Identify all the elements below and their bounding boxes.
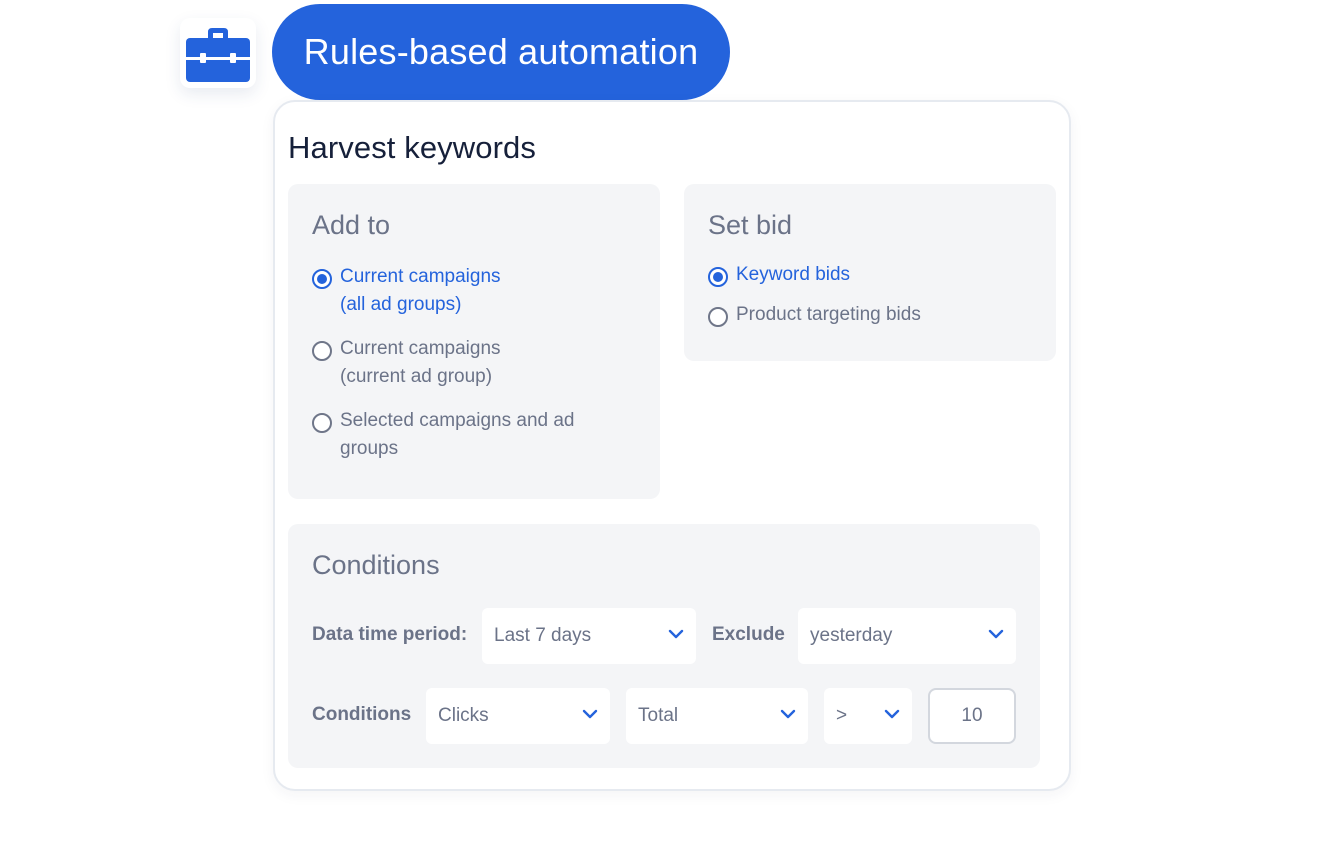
set-bid-panel: Set bid Keyword bids Product targeting b…: [684, 184, 1056, 361]
card-title: Harvest keywords: [288, 130, 536, 165]
aggregate-select[interactable]: Total: [626, 688, 808, 744]
radio-current-campaigns-current-ad-group[interactable]: Current campaigns (current ad group): [312, 338, 501, 391]
radio-label: Selected campaigns and ad groups: [340, 410, 575, 459]
radio-label: Current campaigns (current ad group): [340, 338, 501, 387]
threshold-input[interactable]: [928, 688, 1016, 744]
add-to-panel: Add to Current campaigns (all ad groups)…: [288, 184, 660, 499]
chevron-down-icon: [780, 709, 796, 719]
radio-unselected-icon: [312, 341, 332, 361]
radio-product-targeting-bids[interactable]: Product targeting bids: [708, 304, 921, 329]
set-bid-title: Set bid: [708, 210, 793, 240]
chevron-down-icon: [668, 629, 684, 639]
chevron-down-icon: [884, 709, 900, 719]
data-time-period-select[interactable]: Last 7 days: [482, 608, 696, 664]
select-value: Total: [638, 705, 679, 726]
exclude-select[interactable]: yesterday: [798, 608, 1016, 664]
data-time-period-label: Data time period:: [312, 624, 468, 645]
radio-unselected-icon: [708, 307, 728, 327]
operator-select[interactable]: >: [824, 688, 912, 744]
radio-current-campaigns-all-ad-groups[interactable]: Current campaigns (all ad groups): [312, 266, 501, 319]
select-value: yesterday: [810, 625, 893, 646]
select-value: Clicks: [438, 705, 489, 726]
chevron-down-icon: [582, 709, 598, 719]
add-to-title: Add to: [312, 210, 391, 240]
radio-label: Current campaigns (all ad groups): [340, 266, 501, 315]
metric-select[interactable]: Clicks: [426, 688, 610, 744]
radio-selected-icon: [708, 267, 728, 287]
select-value: Last 7 days: [494, 625, 592, 646]
conditions-label: Conditions: [312, 704, 412, 725]
exclude-label: Exclude: [712, 624, 785, 645]
page-title: Rules-based automation: [272, 4, 730, 100]
toolbox-badge: [180, 18, 256, 88]
toolbox-icon: [186, 28, 250, 82]
conditions-title: Conditions: [312, 550, 440, 580]
radio-selected-icon: [312, 269, 332, 289]
radio-keyword-bids[interactable]: Keyword bids: [708, 264, 850, 289]
select-value: >: [836, 705, 848, 726]
chevron-down-icon: [988, 629, 1004, 639]
radio-selected-campaigns-and-ad-groups[interactable]: Selected campaigns and ad groups: [312, 410, 575, 463]
radio-label: Keyword bids: [736, 264, 851, 285]
radio-label: Product targeting bids: [736, 304, 921, 325]
radio-unselected-icon: [312, 413, 332, 433]
